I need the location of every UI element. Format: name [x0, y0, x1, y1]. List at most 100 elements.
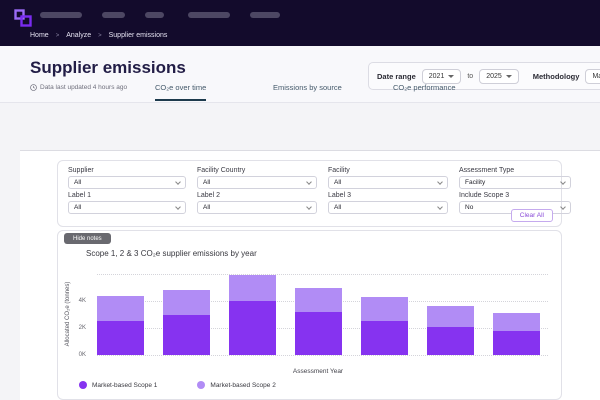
label2-select[interactable]: All: [197, 201, 317, 214]
select-value: All: [74, 179, 81, 186]
select-value: All: [334, 179, 341, 186]
date-range-label: Date range: [377, 72, 416, 81]
facility-country-select[interactable]: All: [197, 176, 317, 189]
legend-item-scope1: Market-based Scope 1: [79, 381, 157, 389]
y-tick-4k: 4K: [66, 298, 86, 304]
scope2-bar-segment[interactable]: [427, 306, 474, 326]
bar-plot-area: [97, 261, 548, 355]
select-value: All: [74, 204, 81, 211]
nav-menu-placeholder[interactable]: [145, 12, 164, 18]
hide-notes-button[interactable]: Hide notes: [64, 233, 111, 244]
stacked-bar[interactable]: [295, 288, 342, 355]
scope2-legend-dot-icon: [197, 381, 205, 389]
nav-menu-placeholder[interactable]: [102, 12, 125, 18]
scope1-bar-segment[interactable]: [295, 312, 342, 355]
date-from-value: 2021: [429, 73, 445, 80]
scope1-bar-segment[interactable]: [97, 321, 144, 355]
page-title: Supplier emissions: [30, 58, 186, 78]
scope2-bar-segment[interactable]: [97, 296, 144, 322]
scope2-bar-segment[interactable]: [295, 288, 342, 312]
legend-label: Market-based Scope 1: [92, 382, 157, 389]
stacked-bar[interactable]: [427, 306, 474, 355]
tab-co2e-performance[interactable]: CO₂e performance: [393, 83, 456, 99]
date-from-select[interactable]: 2021: [422, 69, 462, 84]
stacked-bar[interactable]: [493, 313, 540, 355]
last-updated-status: Data last updated 4 hours ago: [30, 84, 127, 91]
nav-menu-placeholder[interactable]: [188, 12, 230, 18]
date-to-value: 2025: [486, 73, 502, 80]
filter-label: Label 2: [197, 192, 317, 199]
top-nav-bar: Home > Analyze > Supplier emissions: [0, 0, 600, 46]
date-to-select[interactable]: 2025: [479, 69, 519, 84]
scope1-bar-segment[interactable]: [361, 321, 408, 355]
chevron-down-icon: [437, 179, 443, 185]
chevron-down-icon: [175, 204, 181, 210]
filter-card: Supplier All Facility Country All Facili…: [57, 160, 562, 227]
filter-label: Assessment Type: [459, 167, 571, 174]
breadcrumb-analyze[interactable]: Analyze: [66, 32, 91, 39]
date-to-separator: to: [467, 73, 473, 80]
tab-co2e-over-time[interactable]: CO₂e over time: [155, 83, 206, 101]
filter-label: Label 3: [328, 192, 448, 199]
scope1-bar-segment[interactable]: [229, 301, 276, 355]
assessment-type-select[interactable]: Facility: [459, 176, 571, 189]
chevron-down-icon: [506, 75, 512, 78]
emissions-chart-card: Scope 1, 2 & 3 CO₂e supplier emissions b…: [57, 230, 562, 400]
stacked-bar[interactable]: [361, 297, 408, 355]
scope2-bar-segment[interactable]: [229, 275, 276, 301]
filter-label: Label 1: [68, 192, 186, 199]
select-value: Facility: [465, 179, 485, 186]
scope1-legend-dot-icon: [79, 381, 87, 389]
select-value: No: [465, 204, 473, 211]
scope1-bar-segment[interactable]: [493, 331, 540, 355]
scope1-bar-segment[interactable]: [427, 327, 474, 355]
supplier-select[interactable]: All: [68, 176, 186, 189]
x-axis-label: Assessment Year: [258, 368, 378, 375]
select-value: All: [334, 204, 341, 211]
last-updated-text: Data last updated 4 hours ago: [40, 84, 127, 91]
label1-select[interactable]: All: [68, 201, 186, 214]
scope2-bar-segment[interactable]: [361, 297, 408, 321]
breadcrumb-home[interactable]: Home: [30, 32, 49, 39]
clear-all-button[interactable]: Clear All: [511, 209, 553, 222]
breadcrumb-separator-icon: >: [98, 33, 102, 39]
legend-label: Market-based Scope 2: [210, 382, 275, 389]
y-tick-2k: 2K: [66, 325, 86, 331]
chevron-down-icon: [306, 179, 312, 185]
breadcrumb: Home > Analyze > Supplier emissions: [30, 32, 167, 39]
app-logo-icon[interactable]: [13, 8, 33, 28]
filter-label: Supplier: [68, 167, 186, 174]
chevron-down-icon: [448, 75, 454, 78]
breadcrumb-separator-icon: >: [56, 33, 60, 39]
filter-label: Facility Country: [197, 167, 317, 174]
nav-menu-placeholder[interactable]: [250, 12, 280, 18]
stacked-bar[interactable]: [229, 275, 276, 355]
y-tick-0k: 0K: [66, 352, 86, 358]
y-axis-label: Allocated CO₂e (tonnes): [65, 279, 71, 349]
chevron-down-icon: [175, 179, 181, 185]
filter-label: Facility: [328, 167, 448, 174]
select-value: All: [203, 179, 210, 186]
stacked-bar[interactable]: [163, 290, 210, 355]
label3-select[interactable]: All: [328, 201, 448, 214]
stacked-bar[interactable]: [97, 296, 144, 355]
filter-label: Include Scope 3: [459, 192, 571, 199]
scope2-bar-segment[interactable]: [163, 290, 210, 314]
clock-icon: [30, 84, 37, 91]
gridline: [97, 355, 548, 356]
legend-item-scope2: Market-based Scope 2: [197, 381, 275, 389]
chart-title: Scope 1, 2 & 3 CO₂e supplier emissions b…: [86, 249, 257, 258]
chart-legend: Market-based Scope 1 Market-based Scope …: [79, 381, 276, 389]
methodology-value: Market based: [592, 73, 600, 80]
chevron-down-icon: [306, 204, 312, 210]
select-value: All: [203, 204, 210, 211]
tab-emissions-by-source[interactable]: Emissions by source: [273, 83, 342, 99]
nav-menu-placeholder[interactable]: [40, 12, 82, 18]
chevron-down-icon: [437, 204, 443, 210]
facility-select[interactable]: All: [328, 176, 448, 189]
breadcrumb-current: Supplier emissions: [109, 32, 168, 39]
scope1-bar-segment[interactable]: [163, 315, 210, 356]
scope2-bar-segment[interactable]: [493, 313, 540, 331]
methodology-select[interactable]: Market based: [585, 69, 600, 84]
chevron-down-icon: [560, 204, 566, 210]
